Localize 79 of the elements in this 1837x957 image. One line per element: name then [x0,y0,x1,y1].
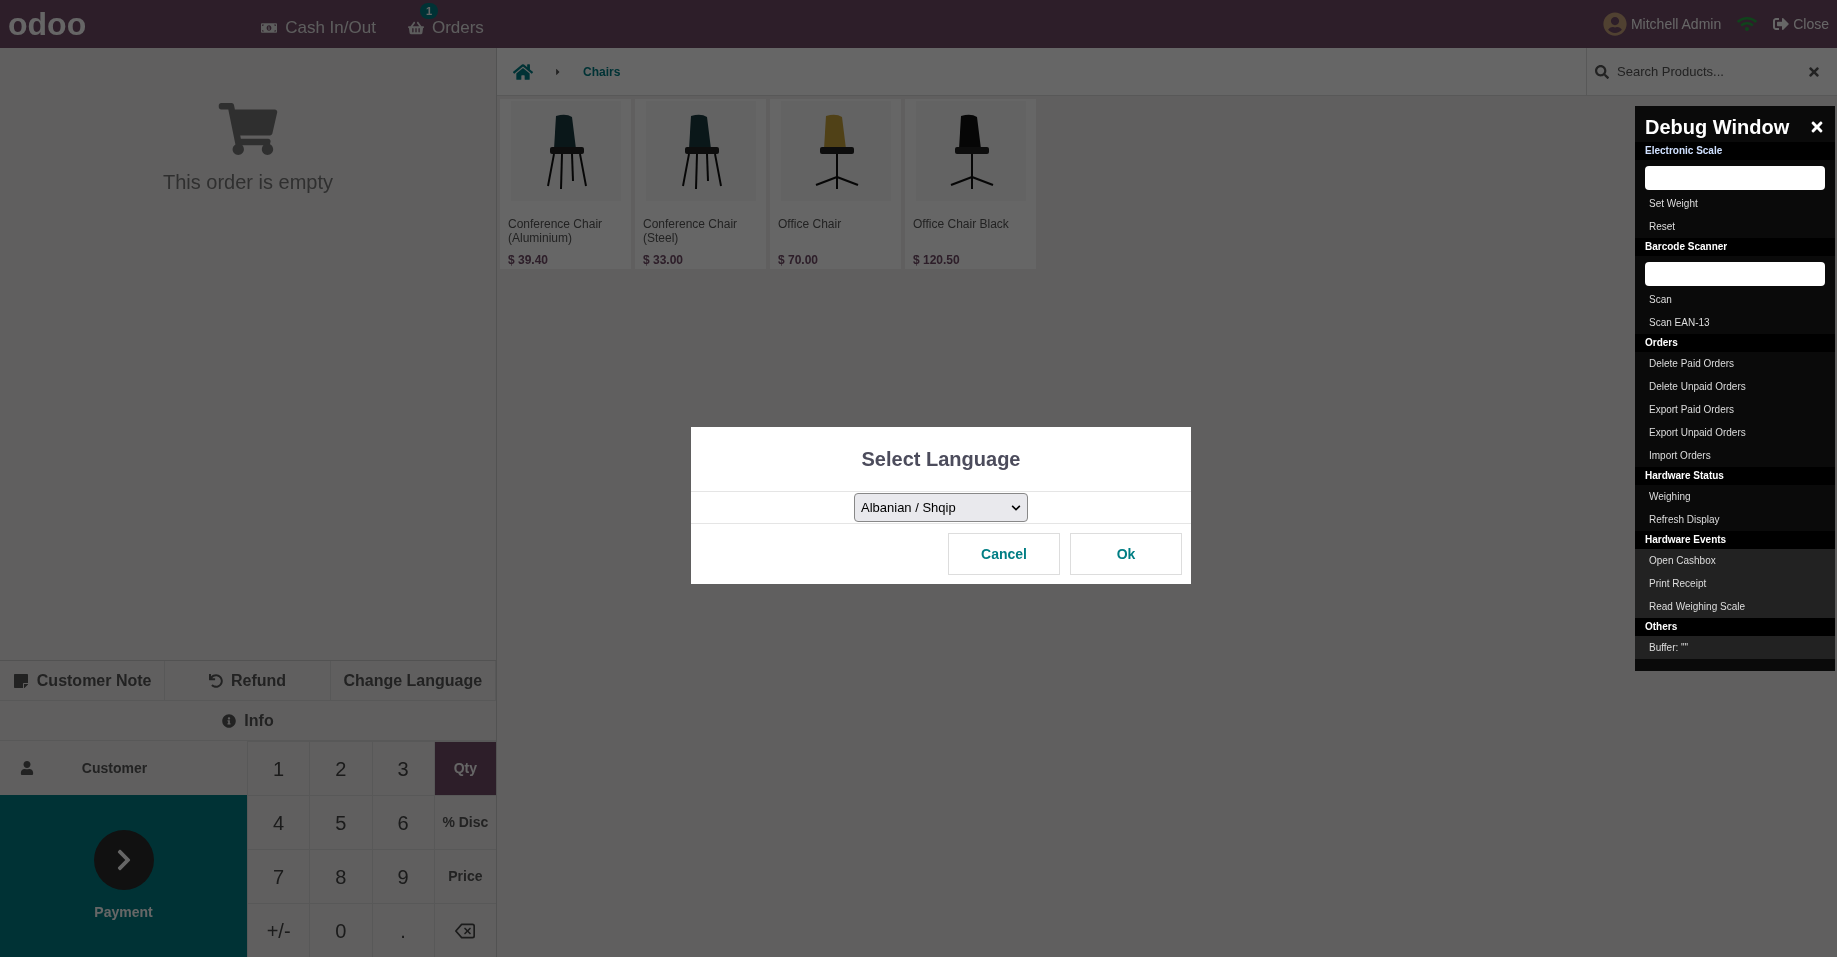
numpad-key[interactable]: +/- [247,903,310,957]
debug-action[interactable]: Delete Paid Orders [1635,352,1835,375]
undo-icon [208,673,223,688]
debug-action[interactable]: Refresh Display [1635,508,1835,531]
debug-action[interactable]: Export Unpaid Orders [1635,421,1835,444]
dialog-button[interactable]: Cancel [948,533,1060,575]
input-field[interactable] [1645,262,1825,286]
product-price: $ 120.50 [913,252,961,269]
product-name: Conference Chair (Steel) [643,217,739,245]
numpad-key[interactable]: 6 [371,795,434,849]
language-select[interactable]: Albanian / Shqip [854,493,1028,522]
cart-icon [217,103,279,155]
payment-button[interactable]: Payment [0,795,247,957]
sign-out-icon [1773,16,1790,32]
product-price: $ 39.40 [508,252,550,269]
debug-action[interactable]: Buffer: "" [1635,636,1835,659]
numpad-key[interactable]: . [371,903,434,957]
debug-action[interactable]: Read Weighing Scale [1635,595,1835,618]
numpad-key[interactable]: 8 [309,849,372,903]
info-icon [222,713,237,728]
close-button[interactable]: Close [1773,13,1829,35]
numpad-key[interactable]: 0 [309,903,372,957]
product-card[interactable]: Office Chair Black $ 120.50 [905,99,1036,269]
debug-title: Debug Window [1645,115,1790,140]
close-icon[interactable] [1809,119,1825,135]
product-name: Conference Chair (Aluminium) [508,217,604,245]
mode-button[interactable]: % Disc [433,795,496,849]
debug-action[interactable]: Open Cashbox [1635,549,1835,572]
debug-action[interactable]: Import Orders [1635,444,1835,467]
dialog-button[interactable]: Ok [1070,533,1182,575]
numpad-key[interactable]: 5 [309,795,372,849]
clear-icon[interactable] [1807,64,1821,79]
numpad-key[interactable]: 4 [247,795,310,849]
debug-action[interactable]: Reset [1635,215,1835,238]
numpad-key[interactable]: 2 [309,741,372,795]
dialog-title: Select Language [691,427,1191,492]
product-card[interactable]: Office Chair $ 70.00 [770,99,901,269]
count-badge: 1 [419,3,439,20]
section-header: Orders [1635,334,1835,352]
product-card[interactable]: Conference Chair (Steel) $ 33.00 [635,99,766,269]
avatar-icon [1602,12,1627,36]
debug-action[interactable]: Scan EAN-13 [1635,311,1835,334]
numpad-key[interactable]: 1 [247,741,310,795]
backspace-button[interactable] [433,903,496,957]
product-name: Office Chair [778,217,843,233]
user-icon [20,761,34,775]
numpad-key[interactable]: 9 [371,849,434,903]
debug-action[interactable]: Weighing [1635,485,1835,508]
numpad-key[interactable]: 3 [371,741,434,795]
mode-button[interactable]: Qty [433,741,496,795]
chevron-down-icon [1011,502,1021,513]
mode-button[interactable]: Price [433,849,496,903]
info-button[interactable]: Info [0,700,496,740]
debug-action[interactable]: Scan [1635,288,1835,311]
debug-action[interactable]: Delete Unpaid Orders [1635,375,1835,398]
product-price: $ 33.00 [643,252,685,269]
user-name[interactable]: Mitchell Admin [1630,13,1722,35]
product-card[interactable]: Conference Chair (Aluminium) $ 39.40 [500,99,631,269]
section-header: Barcode Scanner [1635,238,1835,256]
section-header: Electronic Scale [1635,142,1835,160]
cash-icon [261,20,278,36]
search-field[interactable]: Search Products... [1617,61,1799,82]
debug-action[interactable]: Print Receipt [1635,572,1835,595]
breadcrumb-link[interactable]: Chairs [583,62,621,81]
product-name: Office Chair Black [913,217,1010,233]
note-icon [12,672,29,689]
numpad-key[interactable]: 7 [247,849,310,903]
debug-action[interactable]: Export Paid Orders [1635,398,1835,421]
product-price: $ 70.00 [778,252,820,269]
debug-action[interactable]: Set Weight [1635,192,1835,215]
wifi-icon[interactable] [1737,14,1758,34]
search-icon [1595,64,1609,79]
input-field[interactable] [1645,166,1825,190]
section-header: Others [1635,618,1835,636]
section-header: Hardware Events [1635,531,1835,549]
section-header: Hardware Status [1635,467,1835,485]
logo: odoo [8,8,87,40]
basket-icon [407,20,424,36]
home-icon[interactable] [513,61,533,82]
